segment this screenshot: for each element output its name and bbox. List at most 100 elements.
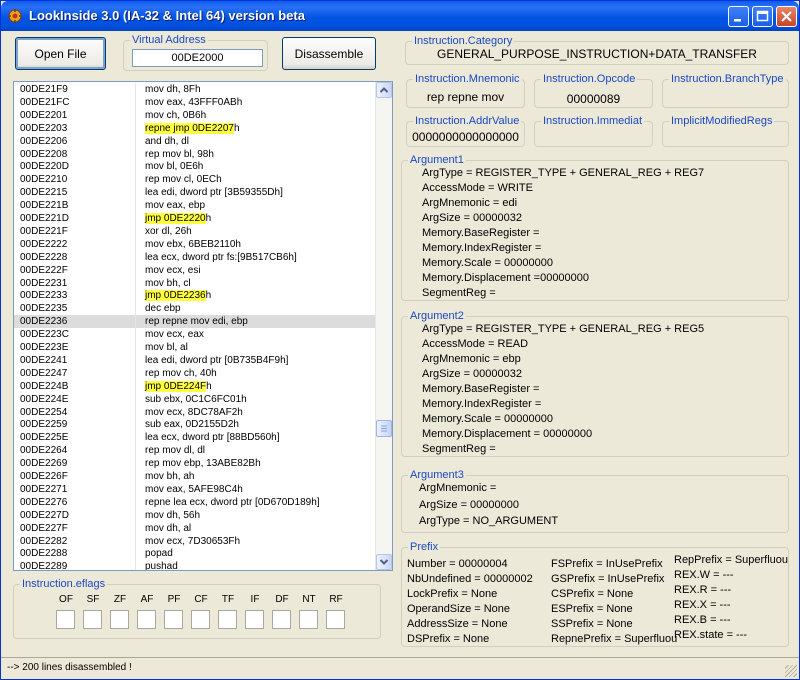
disasm-row[interactable]: 00DE2288 popad <box>14 547 376 561</box>
virtual-address-input[interactable]: 00DE2000 <box>132 49 263 67</box>
disasm-instruction: dec ebp <box>145 303 181 315</box>
disasm-row[interactable]: 00DE21F9 mov dh, 8Fh <box>14 83 376 96</box>
resize-grip-icon[interactable] <box>785 665 797 677</box>
disasm-row[interactable]: 00DE2269 rep mov ebp, 13ABE82Bh <box>14 457 376 471</box>
disasm-row[interactable]: 00DE2206 and dh, dl <box>14 134 376 148</box>
scroll-thumb[interactable] <box>376 420 392 437</box>
scroll-up-button[interactable] <box>376 82 392 98</box>
disassembly-list[interactable]: 00DE21F9 mov dh, 8Fh 00DE21FC mov eax, 43FF… <box>13 81 393 571</box>
close-button[interactable] <box>776 6 797 27</box>
disasm-row[interactable]: 00DE2210 rep mov cl, 0ECh <box>14 173 376 187</box>
flag-value-box[interactable] <box>218 610 237 629</box>
disasm-instruction: mov dh, 56h <box>145 509 201 521</box>
flag-value-box[interactable] <box>137 610 156 629</box>
disasm-row[interactable]: 00DE2289 pushad <box>14 560 376 570</box>
disasm-row[interactable]: 00DE2215 lea edi, dword ptr [3B59355Dh] <box>14 186 376 200</box>
disasm-address: 00DE2259 <box>20 419 68 431</box>
disasm-row[interactable]: 00DE225E lea ecx, dword ptr [88BD560h] <box>14 431 376 445</box>
disasm-row[interactable]: 00DE221D jmp 0DE2220h <box>14 212 376 225</box>
column-divider <box>135 315 136 329</box>
argument1-line: ArgType = REGISTER_TYPE + GENERAL_REG + … <box>422 167 705 179</box>
disasm-row[interactable]: 00DE2254 mov ecx, 8DC78AF2h <box>14 405 376 419</box>
maximize-button[interactable] <box>752 6 773 27</box>
disasm-address: 00DE2233 <box>20 290 68 302</box>
prefix-col3-line: REX.B = --- <box>674 614 731 626</box>
title-bar[interactable]: LookInside 3.0 (IA-32 & Intel 64) versio… <box>1 1 799 31</box>
disasm-row[interactable]: 00DE2231 mov bh, cl <box>14 276 376 290</box>
disasm-row[interactable]: 00DE21FC mov eax, 43FFF0ABh <box>14 95 376 109</box>
disasm-row[interactable]: 00DE227D mov dh, 56h <box>14 508 376 522</box>
disasm-row[interactable]: 00DE2208 rep mov bl, 98h <box>14 147 376 161</box>
disasm-address: 00DE226F <box>20 471 68 482</box>
flag-label: RF <box>329 594 343 605</box>
disasm-instruction: mov eax, 5AFE98C4h <box>145 483 243 495</box>
argument2-line: Memory.Displacement = 00000000 <box>422 428 593 440</box>
argument2-line: Memory.BaseRegister = <box>422 383 540 395</box>
disasm-row[interactable]: 00DE2235 dec ebp <box>14 302 376 316</box>
flag-value-box[interactable] <box>299 610 318 629</box>
prefix-col1-line: NbUndefined = 00000002 <box>407 573 533 585</box>
status-text: --> 200 lines disassembled ! <box>7 662 132 673</box>
addrvalue-label: Instruction.AddrValue <box>413 115 522 127</box>
disasm-row[interactable]: 00DE2276 repne lea ecx, dword ptr [0D670D… <box>14 495 376 509</box>
disasm-row[interactable]: 00DE2222 mov ebx, 6BEB2110h <box>14 237 376 251</box>
jump-highlight: jmp 0DE2220 <box>145 213 206 224</box>
disasm-row[interactable]: 00DE2271 mov eax, 5AFE98C4h <box>14 482 376 496</box>
disasm-instruction: mov bl, al <box>145 342 188 353</box>
disasm-row[interactable]: 00DE221F xor dl, 26h <box>14 224 376 238</box>
scroll-down-button[interactable] <box>376 554 392 570</box>
disasm-row[interactable]: 00DE2233 jmp 0DE2236h <box>14 289 376 303</box>
chevron-down-icon <box>379 559 389 565</box>
flag-value-box[interactable] <box>110 610 129 629</box>
disassemble-button[interactable]: Disassemble <box>282 37 376 70</box>
disassembly-scrollbar[interactable] <box>375 82 392 570</box>
implicit-regs-label: ImplicitModifiedRegs <box>669 115 775 127</box>
disasm-row[interactable]: 00DE224B jmp 0DE224Fh <box>14 379 376 393</box>
column-divider <box>135 444 136 458</box>
disasm-row[interactable]: 00DE220D mov bl, 0E6h <box>14 160 376 174</box>
disasm-row[interactable]: 00DE2228 lea ecx, dword ptr fs:[9B517CB6h… <box>14 250 376 264</box>
flag-value-box[interactable] <box>56 610 75 629</box>
flag-label: TF <box>221 594 235 605</box>
flag-value-box[interactable] <box>191 610 210 629</box>
mnemonic-value: rep repne mov <box>426 90 505 104</box>
open-file-button[interactable]: Open File <box>15 37 106 70</box>
argument2-line: AccessMode = READ <box>422 338 529 350</box>
flag-value-box[interactable] <box>83 610 102 629</box>
column-divider <box>135 276 136 290</box>
flag-value-box[interactable] <box>326 610 345 629</box>
branchtype-group: Instruction.BranchType <box>662 73 789 108</box>
disasm-row[interactable]: 00DE224E sub ebx, 0C1C6FC01h <box>14 392 376 406</box>
minimize-button[interactable] <box>728 6 749 27</box>
prefix-col3-line: REX.R = --- <box>674 584 732 596</box>
column-divider <box>135 534 136 548</box>
argument3-group: Argument3 ArgMnemonic = ArgSize = 0000000… <box>401 469 789 533</box>
argument2-group: Argument2 ArgType = REGISTER_TYPE + GENE… <box>401 310 789 457</box>
virtual-address-label: Virtual Address <box>130 34 208 46</box>
disasm-row[interactable]: 00DE2203 repne jmp 0DE2207h <box>14 121 376 135</box>
disasm-row[interactable]: 00DE223C mov ecx, eax <box>14 328 376 342</box>
disasm-row[interactable]: 00DE2259 sub eax, 0D2155D2h <box>14 418 376 432</box>
argument2-line: Memory.IndexRegister = <box>422 398 542 410</box>
column-divider <box>135 108 136 122</box>
disasm-row[interactable]: 00DE222F mov ecx, esi <box>14 263 376 277</box>
flag-value-box[interactable] <box>164 610 183 629</box>
disasm-row[interactable]: 00DE2236 rep repne mov edi, ebp <box>14 315 376 329</box>
branchtype-label: Instruction.BranchType <box>669 73 786 85</box>
disasm-row[interactable]: 00DE226F mov bh, ah <box>14 470 376 483</box>
mnemonic-group: Instruction.Mnemonic rep repne mov <box>406 73 525 108</box>
argument2-label: Argument2 <box>408 310 466 322</box>
column-divider <box>135 250 136 264</box>
disasm-row[interactable]: 00DE227F mov dh, al <box>14 521 376 535</box>
flag-value-box[interactable] <box>272 610 291 629</box>
prefix-col1-line: Number = 00000004 <box>407 558 508 570</box>
disasm-row[interactable]: 00DE2282 mov ecx, 7D30653Fh <box>14 534 376 548</box>
disasm-row[interactable]: 00DE2247 rep mov ch, 40h <box>14 366 376 380</box>
prefix-col3-line: REX.W = --- <box>674 569 734 581</box>
disasm-row[interactable]: 00DE2264 rep mov dl, dl <box>14 444 376 458</box>
disasm-row[interactable]: 00DE2201 mov ch, 0B6h <box>14 108 376 122</box>
disasm-row[interactable]: 00DE221B mov eax, ebp <box>14 199 376 213</box>
disasm-row[interactable]: 00DE223E mov bl, al <box>14 341 376 354</box>
flag-value-box[interactable] <box>245 610 264 629</box>
disasm-row[interactable]: 00DE2241 lea edi, dword ptr [0B735B4F9h] <box>14 353 376 367</box>
